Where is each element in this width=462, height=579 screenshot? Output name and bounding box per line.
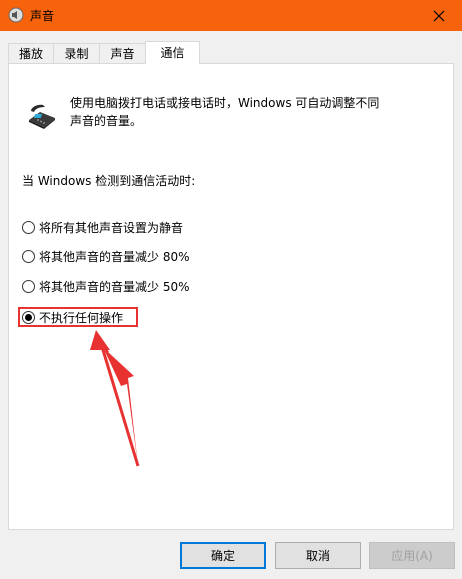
- telephone-icon: [29, 104, 55, 129]
- cancel-button[interactable]: 取消: [275, 542, 361, 569]
- option-reduce-80[interactable]: 将其他声音的音量减少 80%: [22, 248, 190, 265]
- description: 使用电脑拨打电话或接电话时，Windows 可自动调整不同 声音的音量。: [70, 94, 430, 130]
- close-button[interactable]: [416, 0, 462, 31]
- tab-recording[interactable]: 录制: [53, 43, 100, 63]
- tab-playback[interactable]: 播放: [8, 43, 54, 63]
- section-label: 当 Windows 检测到通信活动时:: [22, 174, 196, 188]
- tab-communications[interactable]: 通信: [145, 41, 200, 64]
- option-label: 将其他声音的音量减少 80%: [39, 250, 190, 264]
- radio-button[interactable]: [22, 221, 35, 234]
- option-label: 将所有其他声音设置为静音: [39, 221, 184, 235]
- option-label: 将其他声音的音量减少 50%: [39, 280, 190, 294]
- option-reduce-50[interactable]: 将其他声音的音量减少 50%: [22, 278, 190, 295]
- window-title: 声音: [30, 9, 55, 23]
- speaker-icon: [8, 7, 24, 23]
- apply-button[interactable]: 应用(A): [369, 542, 455, 569]
- radio-button[interactable]: [22, 250, 35, 263]
- tab-sounds[interactable]: 声音: [99, 43, 146, 63]
- close-icon: [433, 10, 445, 21]
- description-line-2: 声音的音量。: [70, 114, 143, 128]
- title-bar: 声音: [0, 0, 462, 31]
- description-line-1: 使用电脑拨打电话或接电话时，Windows 可自动调整不同: [70, 96, 380, 110]
- highlight-box: [18, 307, 138, 327]
- radio-button[interactable]: [22, 280, 35, 293]
- option-mute-all[interactable]: 将所有其他声音设置为静音: [22, 219, 183, 236]
- communications-panel: 使用电脑拨打电话或接电话时，Windows 可自动调整不同 声音的音量。 当 W…: [8, 63, 454, 530]
- ok-button[interactable]: 确定: [180, 542, 266, 569]
